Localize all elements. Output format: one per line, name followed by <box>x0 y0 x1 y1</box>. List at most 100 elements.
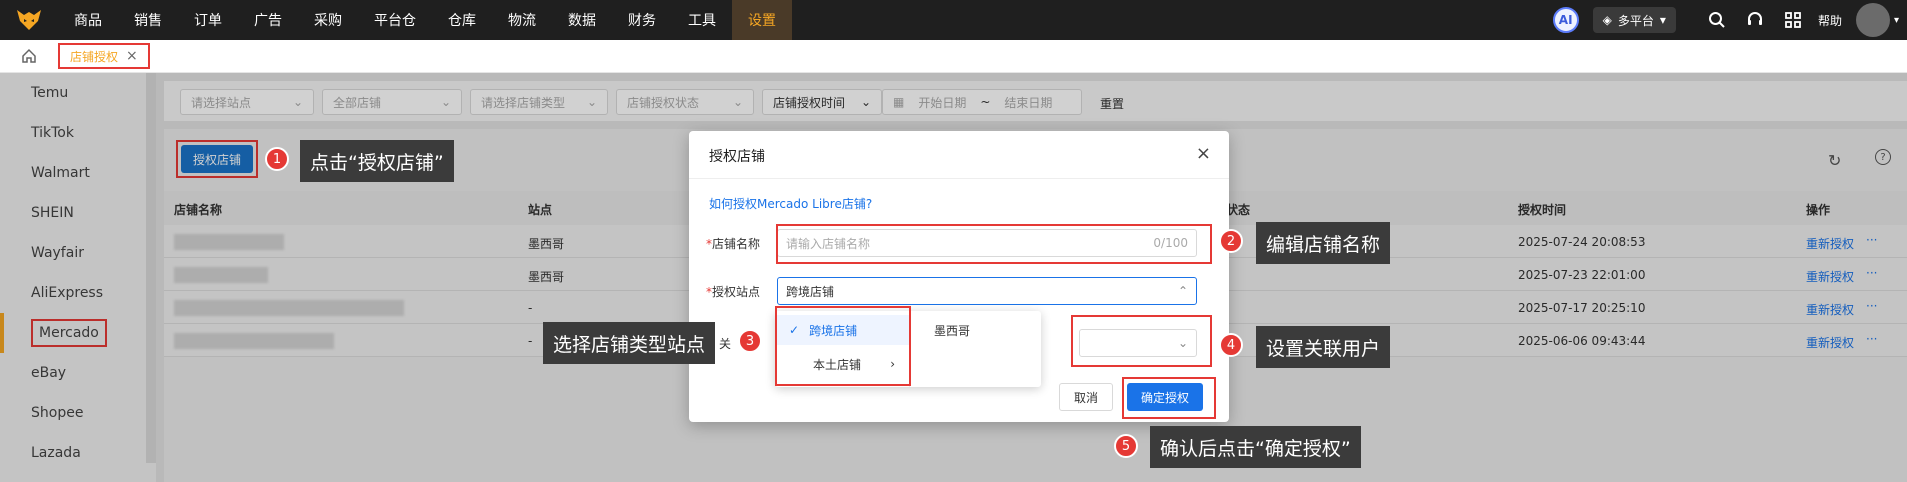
option-local[interactable]: 本土店铺 › <box>775 349 909 379</box>
more-icon[interactable]: ··· <box>1866 332 1877 346</box>
chevron-right-icon: › <box>890 357 895 371</box>
site-cascader-dropdown: ✓ 跨境店铺 本土店铺 › 墨西哥 <box>775 311 1041 387</box>
chevron-down-icon: ⌄ <box>586 95 597 109</box>
filter-bar: 请选择站点 ⌄ 全部店铺 ⌄ 请选择店铺类型 ⌄ 店铺授权状态 ⌄ 店铺授权时间 ⌄ ▦ … <box>164 81 1907 121</box>
apps-grid-icon[interactable] <box>1783 10 1803 30</box>
date-range-picker[interactable]: ▦ 开始日期 ~ 结束日期 <box>882 89 1082 115</box>
search-icon[interactable] <box>1707 10 1727 30</box>
shop-name-redacted <box>174 300 404 316</box>
platform-switcher[interactable]: ◈ 多平台 ▾ <box>1592 7 1676 33</box>
more-icon[interactable]: ··· <box>1866 233 1877 247</box>
nav-settings[interactable]: 设置 <box>732 0 792 40</box>
shop-name-label: *店铺名称 <box>706 237 761 251</box>
time-field-select[interactable]: 店铺授权时间 ⌄ <box>762 89 882 115</box>
cancel-button[interactable]: 取消 <box>1059 383 1114 411</box>
tab-label: 店铺授权 <box>70 49 119 64</box>
sidebar-item-shopee[interactable]: Shopee <box>0 393 156 433</box>
app-logo-icon[interactable] <box>0 0 58 40</box>
auth-button-highlight: 授权店铺 <box>176 140 259 178</box>
caret-down-icon: ▾ <box>1659 13 1666 27</box>
reset-button[interactable]: 重置 <box>1100 95 1124 112</box>
platform-label: 多平台 <box>1617 13 1654 28</box>
chevron-down-icon: ⌄ <box>1177 336 1188 350</box>
close-icon[interactable]: × <box>1196 143 1211 164</box>
step-badge: 3 <box>738 329 762 353</box>
confirm-authorize-button[interactable]: 确定授权 <box>1127 383 1204 411</box>
sidebar-item-shein[interactable]: SHEIN <box>0 193 156 233</box>
step-callout: 确认后点击“确定授权” <box>1150 426 1361 468</box>
authorize-shop-button[interactable]: 授权店铺 <box>181 145 254 173</box>
shop-name-input[interactable]: 请输入店铺名称 0/100 <box>777 229 1197 257</box>
ai-assistant-icon[interactable]: AI <box>1552 7 1579 33</box>
reauthorize-link[interactable]: 重新授权 <box>1806 301 1854 318</box>
chevron-down-icon: ⌄ <box>292 95 303 109</box>
nav-tools[interactable]: 工具 <box>672 0 732 40</box>
char-count: 0/100 <box>1153 236 1188 250</box>
sidebar-scrollbar[interactable] <box>146 73 156 463</box>
sidebar-item-aliexpress[interactable]: AliExpress <box>0 273 156 313</box>
user-label: 关 <box>719 337 732 351</box>
help-icon[interactable]: ? <box>1875 149 1891 165</box>
step-badge: 1 <box>265 147 289 171</box>
top-navbar: 商品 销售 订单 广告 采购 平台仓 仓库 物流 数据 财务 工具 设置 AI … <box>0 0 1907 40</box>
shop-name-redacted <box>174 333 334 349</box>
sidebar-item-temu[interactable]: Temu <box>0 73 156 113</box>
reauthorize-link[interactable]: 重新授权 <box>1806 268 1854 285</box>
nav-ads[interactable]: 广告 <box>238 0 298 40</box>
step-callout: 选择店铺类型站点 <box>543 322 716 364</box>
shop-filter[interactable]: 全部店铺 ⌄ <box>322 89 462 115</box>
shop-type-filter[interactable]: 请选择店铺类型 ⌄ <box>470 89 608 115</box>
close-icon[interactable]: × <box>126 48 138 64</box>
more-icon[interactable]: ··· <box>1866 266 1877 280</box>
step-badge: 5 <box>1114 434 1138 458</box>
site-label: *授权站点 <box>706 285 761 299</box>
site-filter[interactable]: 请选择站点 ⌄ <box>180 89 314 115</box>
step-badge: 2 <box>1219 229 1243 253</box>
page-tab-strip: 店铺授权 × <box>0 40 1907 73</box>
more-icon[interactable]: ··· <box>1866 299 1877 313</box>
help-link[interactable]: 如何授权Mercado Libre店铺? <box>709 195 872 212</box>
avatar-caret-icon[interactable]: ▾ <box>1894 15 1899 26</box>
layers-icon: ◈ <box>1602 13 1612 27</box>
nav-sales[interactable]: 销售 <box>118 0 178 40</box>
step-callout: 设置关联用户 <box>1256 326 1391 368</box>
option-mexico[interactable]: 墨西哥 <box>910 315 1041 345</box>
chevron-down-icon: ⌄ <box>440 95 451 109</box>
chevron-down-icon: ⌄ <box>732 95 743 109</box>
nav-products[interactable]: 商品 <box>58 0 118 40</box>
nav-logistics[interactable]: 物流 <box>492 0 552 40</box>
site-select[interactable]: 跨境店铺 ⌃ <box>777 277 1197 305</box>
sidebar-item-mercado[interactable]: Mercado <box>0 313 156 353</box>
chevron-up-icon: ⌃ <box>1177 284 1188 298</box>
nav-data[interactable]: 数据 <box>552 0 612 40</box>
chevron-down-icon: ⌄ <box>860 95 871 109</box>
sidebar-item-tiktok[interactable]: TikTok <box>0 113 156 153</box>
sidebar-item-ebay[interactable]: eBay <box>0 353 156 393</box>
home-icon[interactable] <box>0 48 58 64</box>
nav-platform-warehouse[interactable]: 平台仓 <box>358 0 432 40</box>
divider <box>689 178 1229 179</box>
avatar[interactable] <box>1855 3 1890 37</box>
sidebar-item-walmart[interactable]: Walmart <box>0 153 156 193</box>
dialog-title: 授权店铺 <box>709 149 765 165</box>
tab-shop-authorization[interactable]: 店铺授权 × <box>58 43 150 69</box>
nav-orders[interactable]: 订单 <box>178 0 238 40</box>
shop-name-redacted <box>174 267 268 283</box>
linked-user-select[interactable]: ⌄ <box>1079 329 1197 357</box>
reauthorize-link[interactable]: 重新授权 <box>1806 334 1854 351</box>
nav-finance[interactable]: 财务 <box>612 0 672 40</box>
reauthorize-link[interactable]: 重新授权 <box>1806 235 1854 252</box>
option-cross-border[interactable]: ✓ 跨境店铺 <box>775 315 909 345</box>
sidebar-item-wayfair[interactable]: Wayfair <box>0 233 156 273</box>
step-badge: 4 <box>1219 333 1243 357</box>
headset-icon[interactable] <box>1745 10 1765 30</box>
nav-warehouse[interactable]: 仓库 <box>432 0 492 40</box>
main-nav: 商品 销售 订单 广告 采购 平台仓 仓库 物流 数据 财务 工具 设置 <box>58 0 792 40</box>
check-icon: ✓ <box>789 323 800 337</box>
help-link[interactable]: 帮助 <box>1818 12 1842 29</box>
auth-status-filter[interactable]: 店铺授权状态 ⌄ <box>616 89 754 115</box>
sidebar-item-lazada[interactable]: Lazada <box>0 433 156 473</box>
step-callout: 编辑店铺名称 <box>1256 222 1391 264</box>
refresh-icon[interactable]: ↻ <box>1828 151 1841 170</box>
nav-purchase[interactable]: 采购 <box>298 0 358 40</box>
